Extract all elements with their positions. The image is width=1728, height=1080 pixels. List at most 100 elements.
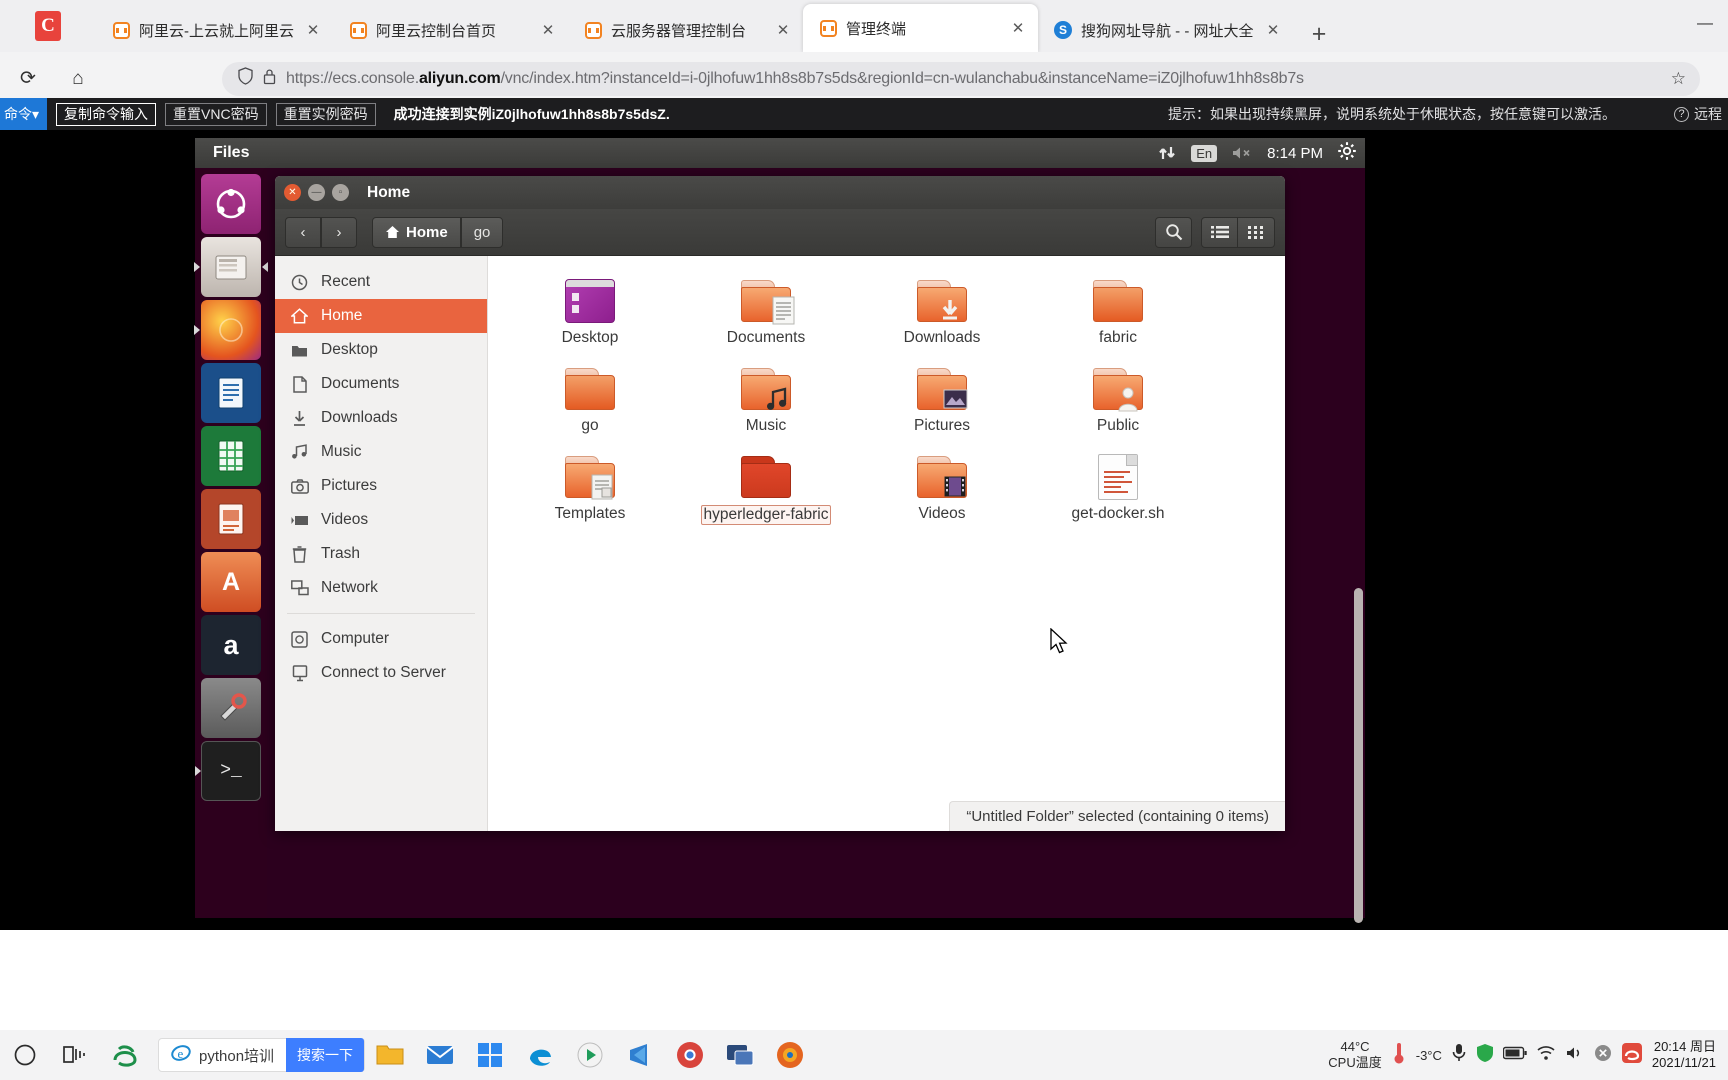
keyboard-layout-indicator[interactable]: En bbox=[1191, 144, 1218, 162]
tab-close-icon[interactable]: ✕ bbox=[1263, 20, 1283, 40]
launcher-item-files-icon[interactable] bbox=[194, 237, 268, 297]
nautilus-window[interactable]: ✕ — ▫ Home ‹ › Home go Recent Home Deskt… bbox=[275, 176, 1285, 831]
launcher-item-libreoffice-writer-icon[interactable] bbox=[201, 363, 261, 423]
tab-close-icon[interactable]: ✕ bbox=[773, 20, 793, 40]
home-icon[interactable]: ⌂ bbox=[56, 57, 100, 101]
battery-icon[interactable] bbox=[1502, 1046, 1527, 1065]
launcher-item-terminal-icon[interactable]: >_ bbox=[195, 741, 261, 801]
app-mail-icon[interactable] bbox=[415, 1030, 465, 1080]
taskbar-clock[interactable]: 20:14 周日 2021/11/21 bbox=[1652, 1039, 1720, 1072]
browser-tab-2[interactable]: 云服务器管理控制台 ✕ bbox=[568, 8, 803, 52]
grid-view-icon[interactable] bbox=[1238, 216, 1275, 248]
url-text[interactable]: https://ecs.console.aliyun.com/vnc/index… bbox=[286, 70, 1661, 88]
app-chrome-icon[interactable] bbox=[665, 1030, 715, 1080]
tab-close-icon[interactable]: ✕ bbox=[1008, 18, 1028, 38]
sidebar-item-music[interactable]: Music bbox=[275, 435, 487, 469]
task-view-icon[interactable] bbox=[50, 1030, 100, 1080]
ubuntu-desktop[interactable]: Files En 8:14 PM A a >_ ✕ — ▫ Home ‹ › H… bbox=[194, 138, 1365, 923]
browser-tab-1[interactable]: 阿里云控制台首页 ✕ bbox=[333, 8, 568, 52]
launcher-item-ubuntu-dash-icon[interactable] bbox=[201, 174, 261, 234]
mic-icon[interactable] bbox=[1451, 1043, 1467, 1068]
shield-icon[interactable] bbox=[1476, 1043, 1494, 1068]
window-maximize-button[interactable]: ▫ bbox=[332, 184, 349, 201]
app-edge-icon[interactable] bbox=[515, 1030, 565, 1080]
sidebar-item-network[interactable]: Network bbox=[275, 571, 487, 605]
file-item[interactable]: go bbox=[502, 358, 678, 446]
file-item[interactable]: fabric bbox=[1030, 270, 1206, 358]
app-vscode-icon[interactable] bbox=[615, 1030, 665, 1080]
nautilus-titlebar[interactable]: ✕ — ▫ Home bbox=[275, 176, 1285, 209]
file-item[interactable]: Documents bbox=[678, 270, 854, 358]
tab-close-icon[interactable]: ✕ bbox=[303, 20, 323, 40]
cpu-temperature[interactable]: 44°C CPU温度 bbox=[1328, 1039, 1381, 1072]
file-item-selected[interactable]: hyperledger-fabric bbox=[678, 446, 854, 534]
file-item[interactable]: Downloads bbox=[854, 270, 1030, 358]
volume-muted-icon[interactable] bbox=[1231, 145, 1253, 161]
ubuntu-clock[interactable]: 8:14 PM bbox=[1267, 145, 1323, 162]
search-icon[interactable] bbox=[1155, 216, 1192, 248]
launcher-item-libreoffice-impress-icon[interactable] bbox=[201, 489, 261, 549]
app-firefox-icon[interactable] bbox=[765, 1030, 815, 1080]
app-store-icon[interactable] bbox=[465, 1030, 515, 1080]
sidebar-item-home[interactable]: Home bbox=[275, 299, 487, 333]
window-close-button[interactable]: ✕ bbox=[284, 184, 301, 201]
sidebar-item-desktop[interactable]: Desktop bbox=[275, 333, 487, 367]
sidebar-item-pictures[interactable]: Pictures bbox=[275, 469, 487, 503]
app-explorer-icon[interactable] bbox=[365, 1030, 415, 1080]
app-menu-title[interactable]: Files bbox=[213, 144, 249, 162]
wifi-icon[interactable] bbox=[1536, 1045, 1556, 1066]
search-button[interactable]: 搜索一下 bbox=[286, 1038, 365, 1072]
app-remote-desktop-icon[interactable] bbox=[715, 1030, 765, 1080]
url-bar[interactable]: https://ecs.console.aliyun.com/vnc/index… bbox=[222, 61, 1700, 96]
browser-tab-3-active[interactable]: 管理终端 ✕ bbox=[803, 4, 1038, 52]
breadcrumb-item-go[interactable]: go bbox=[460, 216, 504, 248]
sidebar-item-computer[interactable]: Computer bbox=[275, 622, 487, 656]
launcher-item-system-settings-icon[interactable] bbox=[201, 678, 261, 738]
breadcrumb-item-home[interactable]: Home bbox=[372, 216, 461, 248]
copy-command-input-button[interactable]: 复制命令输入 bbox=[56, 102, 157, 126]
windows-start-icon[interactable] bbox=[0, 1030, 50, 1080]
vnc-canvas[interactable]: Files En 8:14 PM A a >_ ✕ — ▫ Home ‹ › H… bbox=[0, 130, 1728, 930]
file-item[interactable]: Videos bbox=[854, 446, 1030, 534]
window-minimize-button[interactable]: — bbox=[308, 184, 325, 201]
sidebar-item-trash[interactable]: Trash bbox=[275, 537, 487, 571]
speaker-icon[interactable] bbox=[1565, 1045, 1585, 1066]
sidebar-item-videos[interactable]: Videos bbox=[275, 503, 487, 537]
file-grid-area[interactable]: Desktop Documents Downloads fabric go Mu… bbox=[488, 256, 1285, 831]
file-item[interactable]: Music bbox=[678, 358, 854, 446]
sidebar-item-documents[interactable]: Documents bbox=[275, 367, 487, 401]
weather-temperature[interactable]: -3°C bbox=[1416, 1048, 1442, 1063]
file-item[interactable]: Desktop bbox=[502, 270, 678, 358]
search-input[interactable]: python培训 bbox=[199, 1045, 274, 1066]
close-icon[interactable] bbox=[1594, 1044, 1612, 1067]
launcher-item-libreoffice-calc-icon[interactable] bbox=[201, 426, 261, 486]
sogou-ime-icon[interactable] bbox=[1621, 1042, 1643, 1069]
browser-tab-0[interactable]: 阿里云-上云就上阿里云 ✕ bbox=[96, 8, 333, 52]
file-item[interactable]: Pictures bbox=[854, 358, 1030, 446]
launcher-item-ubuntu-software-icon[interactable]: A bbox=[201, 552, 261, 612]
launcher-item-amazon-icon[interactable]: a bbox=[201, 615, 261, 675]
vnc-help-link[interactable]: ? 远程 bbox=[1674, 104, 1722, 124]
vnc-scrollbar[interactable] bbox=[1354, 588, 1363, 923]
app-media-player-icon[interactable] bbox=[565, 1030, 615, 1080]
network-updown-icon[interactable] bbox=[1158, 145, 1177, 161]
forward-button[interactable]: › bbox=[321, 216, 357, 248]
file-item[interactable]: Public bbox=[1030, 358, 1206, 446]
tab-close-icon[interactable]: ✕ bbox=[538, 20, 558, 40]
sidebar-item-connect-to-server[interactable]: Connect to Server bbox=[275, 656, 487, 690]
system-settings-icon[interactable] bbox=[1337, 141, 1357, 166]
list-view-icon[interactable] bbox=[1201, 216, 1238, 248]
back-button[interactable]: ‹ bbox=[285, 216, 321, 248]
minimize-button[interactable]: — bbox=[1682, 0, 1728, 48]
sidebar-item-recent[interactable]: Recent bbox=[275, 265, 487, 299]
app-sogou-icon[interactable] bbox=[100, 1030, 150, 1080]
search-query[interactable]: e python培训 bbox=[159, 1043, 286, 1067]
new-tab-button[interactable]: + bbox=[1301, 16, 1337, 52]
search-box[interactable]: e python培训 搜索一下 bbox=[158, 1038, 366, 1072]
bookmark-star-icon[interactable]: ☆ bbox=[1671, 69, 1686, 89]
launcher-item-firefox-icon[interactable] bbox=[194, 300, 261, 360]
send-remote-command-button[interactable]: 命令 ▾ bbox=[0, 98, 48, 130]
file-item[interactable]: Templates bbox=[502, 446, 678, 534]
sidebar-item-downloads[interactable]: Downloads bbox=[275, 401, 487, 435]
browser-tab-4[interactable]: S 搜狗网址导航 - - 网址大全,实用 ✕ bbox=[1038, 8, 1293, 52]
